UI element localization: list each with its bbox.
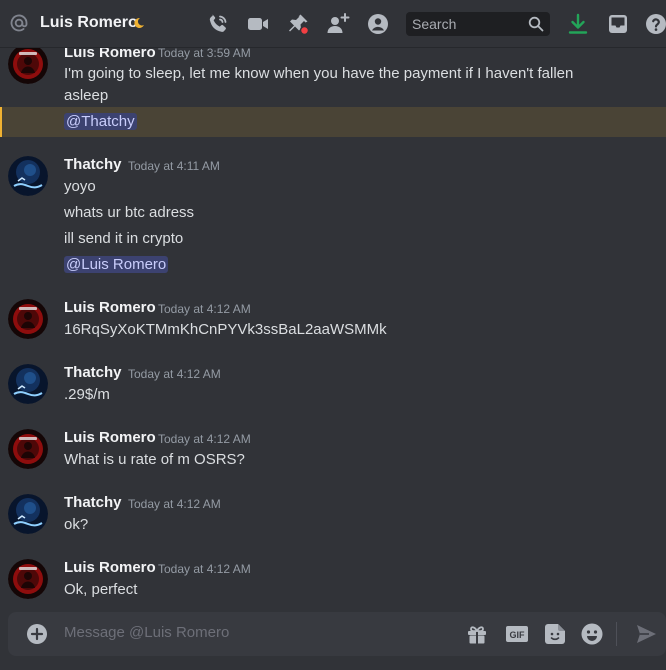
send-icon[interactable] xyxy=(634,622,658,646)
luis-avatar-icon xyxy=(8,429,48,469)
message-text: ok? xyxy=(64,516,89,533)
inbox-icon[interactable] xyxy=(606,12,630,36)
message-timestamp: Today at 4:12 AM xyxy=(158,432,251,446)
gif-icon[interactable]: GIF xyxy=(505,622,529,646)
download-apps-icon[interactable] xyxy=(566,12,590,36)
emoji-icon[interactable] xyxy=(580,622,604,646)
channel-header: Luis Romero Search xyxy=(0,0,666,48)
voice-call-icon[interactable] xyxy=(206,12,230,36)
message-timestamp: Today at 4:11 AM xyxy=(128,159,220,173)
page-title: Luis Romero xyxy=(40,14,138,31)
user-mention[interactable]: @Luis Romero xyxy=(64,256,169,273)
avatar[interactable] xyxy=(8,299,48,339)
message-text: yoyo xyxy=(64,178,96,195)
user-profile-icon[interactable] xyxy=(366,12,390,36)
pinned-messages-icon[interactable] xyxy=(286,12,310,36)
composer-divider xyxy=(616,622,617,646)
message-mention-line: @Thatchy xyxy=(64,113,137,130)
message-text: I'm going to sleep, let me know when you… xyxy=(64,65,574,82)
gif-label: GIF xyxy=(510,630,526,640)
message-author[interactable]: Luis Romero xyxy=(64,299,156,316)
luis-avatar-icon xyxy=(8,559,48,599)
avatar[interactable] xyxy=(8,494,48,534)
search-placeholder: Search xyxy=(412,16,457,32)
message-text: Ok, perfect xyxy=(64,581,138,598)
search-icon xyxy=(528,16,544,32)
message-author[interactable]: Luis Romero xyxy=(64,48,156,61)
message-input[interactable]: Message @Luis Romero xyxy=(64,624,229,641)
message-timestamp: Today at 4:12 AM xyxy=(128,497,221,511)
sticker-icon[interactable] xyxy=(543,622,567,646)
thatchy-avatar-icon xyxy=(8,364,48,404)
message-author[interactable]: Thatchy xyxy=(64,364,122,381)
at-sign-icon xyxy=(10,14,28,32)
idle-moon-icon xyxy=(134,17,144,28)
message-text: 16RqSyXoKTMmKhCnPYVk3ssBaL2aaWSMMk xyxy=(64,321,387,338)
message-mention-line: @Luis Romero xyxy=(64,256,169,273)
message-text: .29$/m xyxy=(64,386,110,403)
message-list: Luis Romero Today at 3:59 AM I'm going t… xyxy=(0,48,666,608)
message-text: whats ur btc adress xyxy=(64,204,195,221)
avatar[interactable] xyxy=(8,48,48,84)
help-icon[interactable] xyxy=(644,12,666,36)
message-author[interactable]: Thatchy xyxy=(64,156,122,173)
message-composer[interactable]: Message @Luis Romero GIF xyxy=(8,612,666,656)
luis-avatar-icon xyxy=(8,299,48,339)
gift-icon[interactable] xyxy=(465,622,489,646)
message-text: What is u rate of m OSRS? xyxy=(64,451,245,468)
avatar[interactable] xyxy=(8,559,48,599)
mention-highlight-bar xyxy=(0,107,2,137)
search-input[interactable]: Search xyxy=(406,12,550,36)
message-text: asleep xyxy=(64,87,109,104)
message-timestamp: Today at 4:12 AM xyxy=(158,302,251,316)
message-timestamp: Today at 4:12 AM xyxy=(158,562,251,576)
video-call-icon[interactable] xyxy=(246,12,270,36)
message-author[interactable]: Luis Romero xyxy=(64,559,156,576)
luis-avatar-icon xyxy=(8,48,48,84)
user-mention[interactable]: @Thatchy xyxy=(64,113,137,130)
message-author[interactable]: Luis Romero xyxy=(64,429,156,446)
thatchy-avatar-icon xyxy=(8,494,48,534)
avatar[interactable] xyxy=(8,156,48,196)
message-text: ill send it in crypto xyxy=(64,230,184,247)
thatchy-avatar-icon xyxy=(8,156,48,196)
add-friends-to-dm-icon[interactable] xyxy=(326,12,350,36)
avatar[interactable] xyxy=(8,429,48,469)
add-attachment-icon[interactable] xyxy=(25,622,49,646)
message-timestamp: Today at 4:12 AM xyxy=(128,367,221,381)
avatar[interactable] xyxy=(8,364,48,404)
message-author[interactable]: Thatchy xyxy=(64,494,122,511)
message-timestamp: Today at 3:59 AM xyxy=(158,48,251,60)
